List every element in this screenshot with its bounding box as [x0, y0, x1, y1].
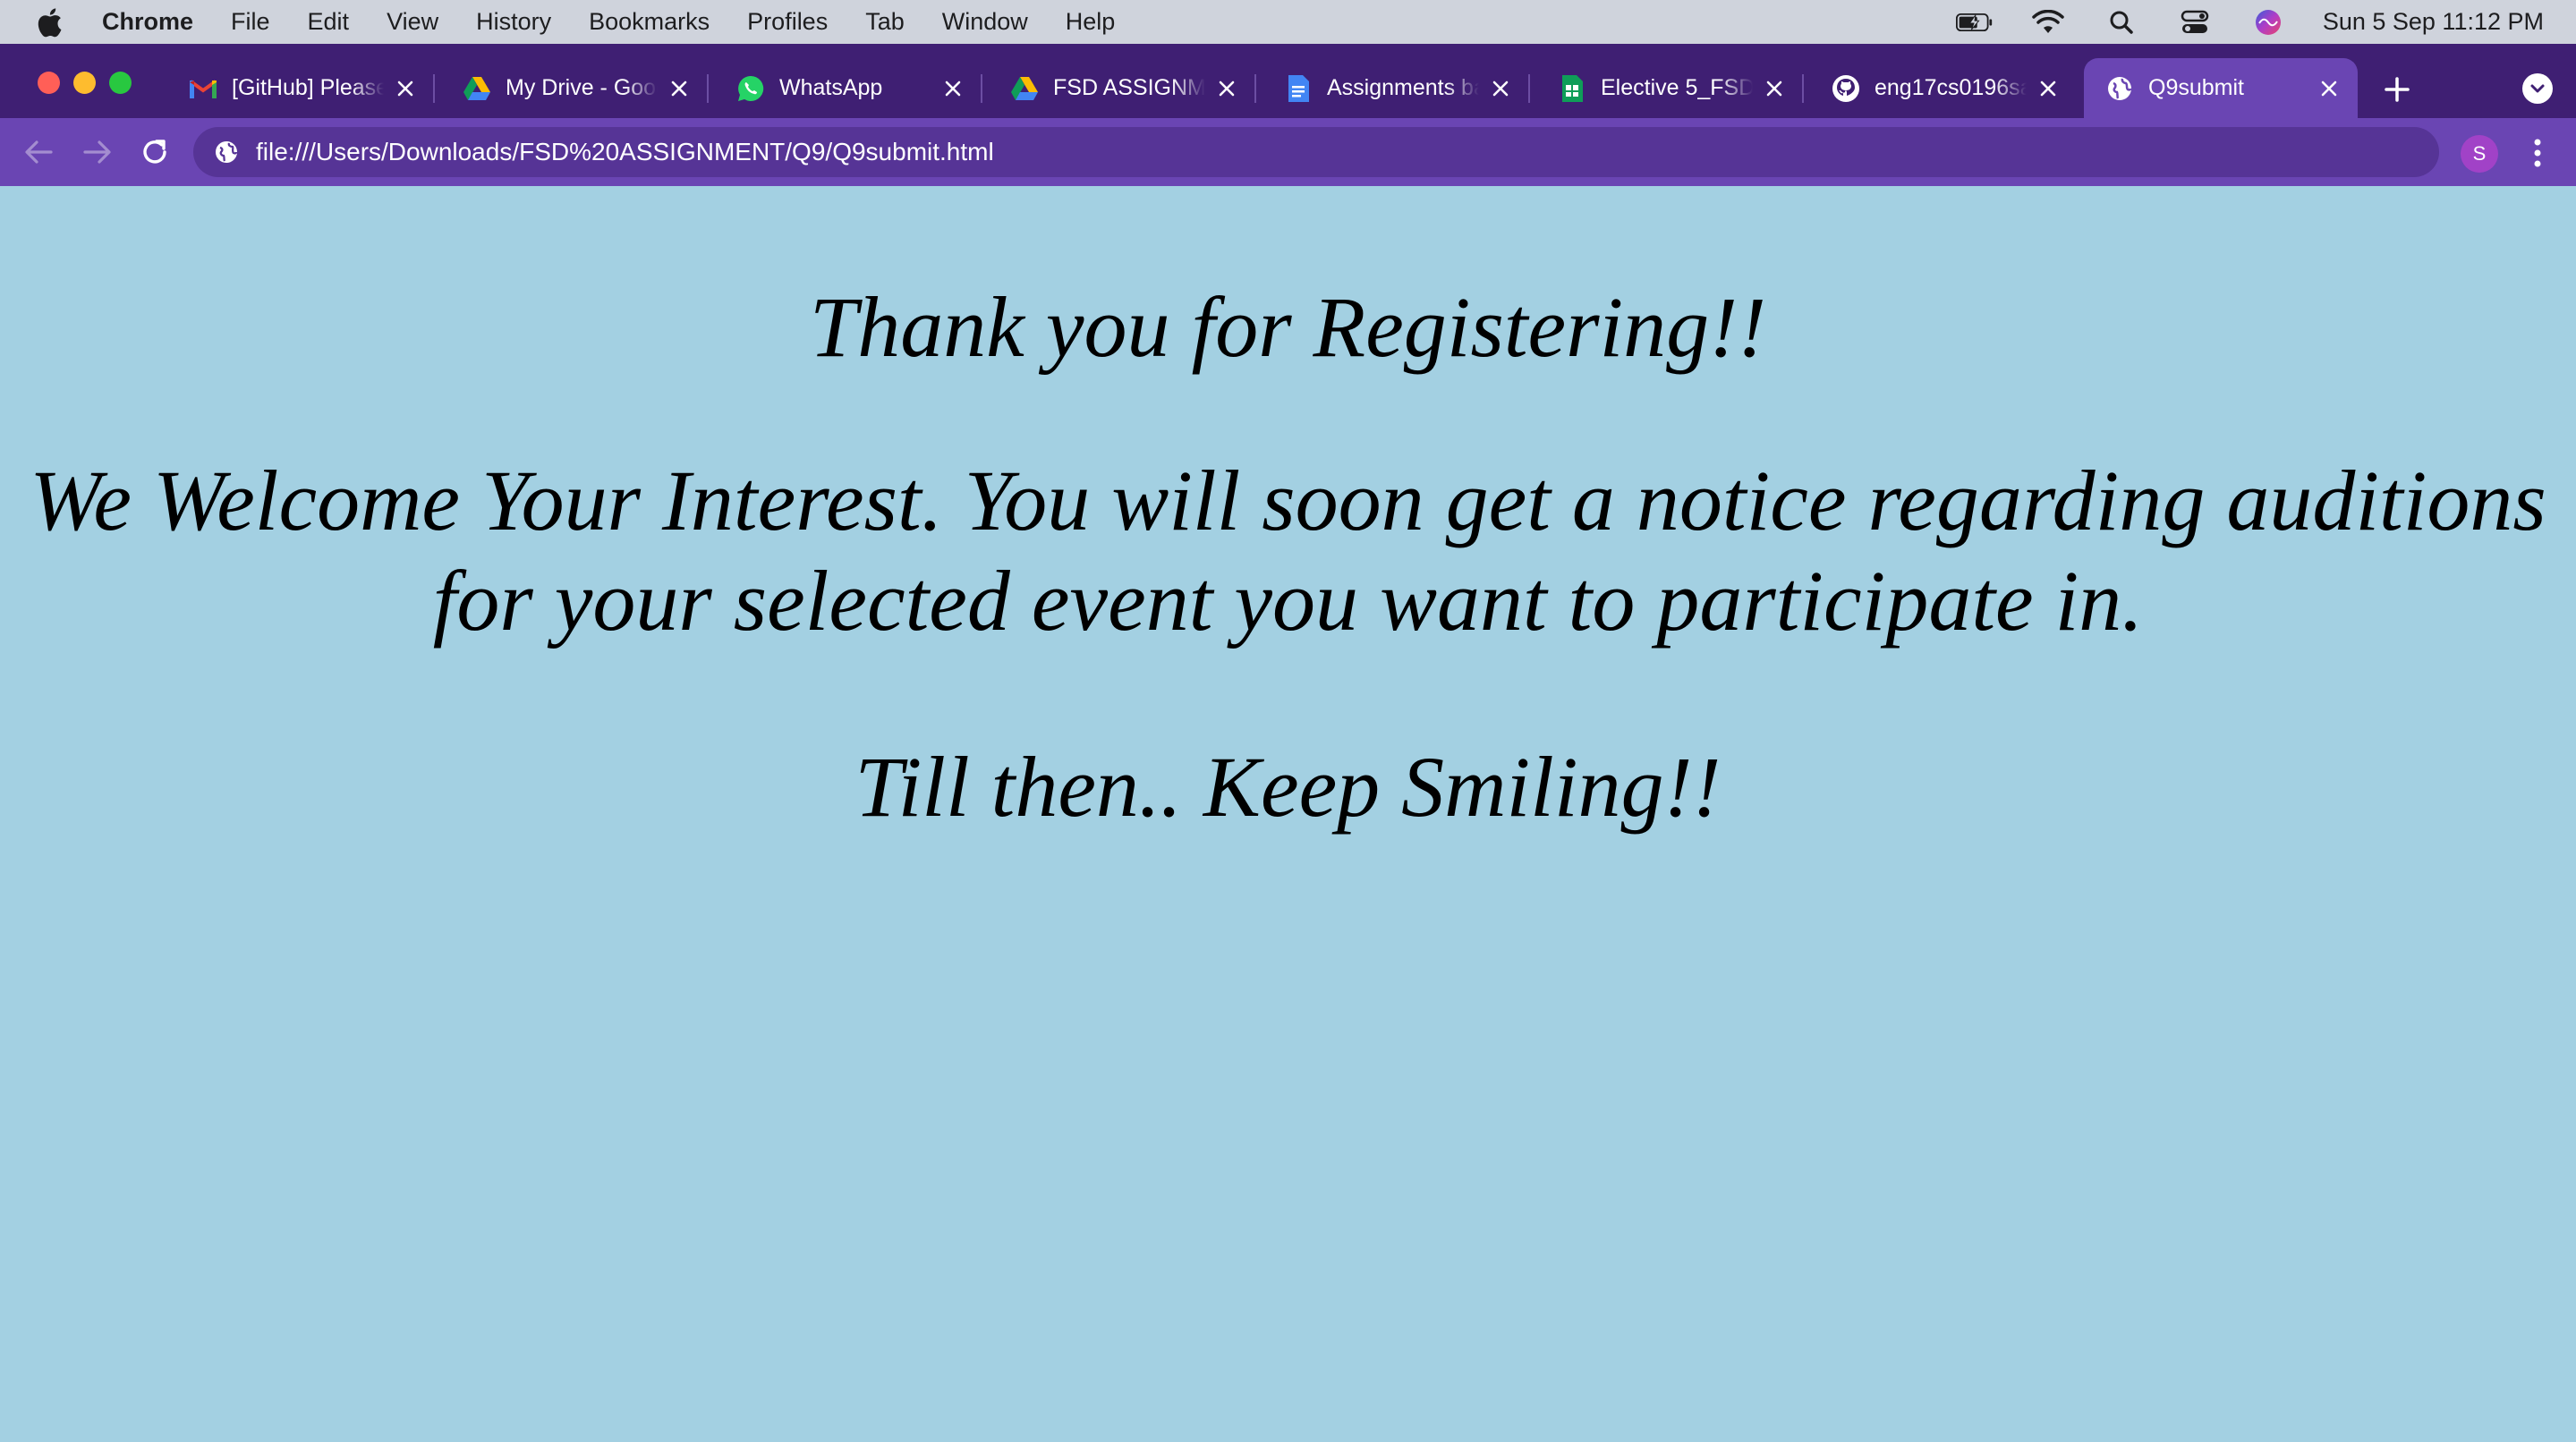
- new-tab-button[interactable]: [2381, 73, 2413, 106]
- menu-bar-clock[interactable]: Sun 5 Sep 11:12 PM: [2323, 8, 2544, 36]
- tab-separator: [707, 74, 709, 103]
- tab-close-icon[interactable]: [1762, 76, 1787, 101]
- tab-close-icon[interactable]: [667, 76, 692, 101]
- tab-title: Assignments based on: [1327, 75, 1479, 100]
- tab-close-icon[interactable]: [393, 76, 418, 101]
- google-drive-icon: [1010, 74, 1039, 103]
- menu-tab[interactable]: Tab: [865, 8, 905, 36]
- menu-history[interactable]: History: [476, 8, 551, 36]
- github-icon: [1832, 74, 1860, 103]
- window-close-button[interactable]: [38, 72, 60, 94]
- tab-search-button[interactable]: [2522, 73, 2553, 104]
- whatsapp-icon: [736, 74, 765, 103]
- menu-edit[interactable]: Edit: [308, 8, 350, 36]
- window-zoom-button[interactable]: [109, 72, 132, 94]
- menu-app-chrome[interactable]: Chrome: [102, 8, 193, 36]
- spotlight-search-icon[interactable]: [2103, 9, 2140, 36]
- thank-you-heading: Thank you for Registering!!: [809, 279, 1767, 375]
- tab-fsd-assignment[interactable]: FSD ASSIGNMENT: [989, 58, 1256, 118]
- wifi-icon[interactable]: [2029, 9, 2067, 36]
- tab-close-icon[interactable]: [2036, 76, 2061, 101]
- menu-bar-status-area: Sun 5 Sep 11:12 PM: [1955, 0, 2544, 44]
- more-options-icon[interactable]: [2525, 135, 2550, 171]
- tab-title: Q9submit: [2148, 75, 2244, 100]
- tab-title: [GitHub] Please verify your device: [232, 75, 384, 100]
- tab-q9submit-active[interactable]: Q9submit: [2084, 58, 2358, 118]
- tab-title: WhatsApp: [779, 75, 883, 100]
- menu-view[interactable]: View: [387, 8, 438, 36]
- google-sheets-icon: [1558, 74, 1586, 103]
- tab-separator: [433, 74, 435, 103]
- reload-icon[interactable]: [138, 135, 172, 169]
- tab-my-drive[interactable]: My Drive - Google Drive: [441, 58, 709, 118]
- tab-title: eng17cs0196sa: [1875, 75, 2027, 100]
- battery-charging-icon[interactable]: [1955, 9, 1994, 36]
- tab-separator: [1254, 74, 1256, 103]
- browser-tab-strip: [GitHub] Please verify your device My Dr…: [0, 44, 2576, 118]
- control-center-icon[interactable]: [2176, 9, 2214, 36]
- address-bar[interactable]: file:///Users/Downloads/FSD%20ASSIGNMENT…: [193, 127, 2439, 177]
- macos-menu-bar: Chrome File Edit View History Bookmarks …: [0, 0, 2576, 44]
- tab-whatsapp[interactable]: WhatsApp: [715, 58, 982, 118]
- tab-close-icon[interactable]: [1214, 76, 1239, 101]
- tab-title: My Drive - Google Drive: [506, 75, 658, 100]
- address-bar-url[interactable]: file:///Users/Downloads/FSD%20ASSIGNMENT…: [256, 138, 994, 166]
- gmail-icon: [189, 74, 217, 103]
- tab-close-icon[interactable]: [940, 76, 965, 101]
- site-info-icon[interactable]: [213, 139, 240, 165]
- profile-avatar[interactable]: S: [2461, 135, 2498, 173]
- page-content: Thank you for Registering!! We Welcome Y…: [0, 186, 2576, 1442]
- window-minimize-button[interactable]: [73, 72, 96, 94]
- apple-menu-icon[interactable]: [36, 6, 68, 38]
- google-drive-icon: [463, 74, 491, 103]
- tab-close-icon[interactable]: [1488, 76, 1513, 101]
- tab-title: FSD ASSIGNMENT: [1053, 75, 1205, 100]
- tab-assignments-doc[interactable]: Assignments based on: [1262, 58, 1530, 118]
- tab-github-repo[interactable]: eng17cs0196sa: [1810, 58, 2077, 118]
- siri-icon[interactable]: [2249, 9, 2287, 36]
- globe-icon: [2105, 74, 2134, 103]
- back-arrow-icon[interactable]: [21, 135, 55, 169]
- tab-title: Elective 5_FSD: [1601, 75, 1753, 100]
- google-docs-icon: [1284, 74, 1313, 103]
- forward-arrow-icon[interactable]: [81, 135, 115, 169]
- menu-help[interactable]: Help: [1066, 8, 1116, 36]
- menu-file[interactable]: File: [231, 8, 270, 36]
- tab-close-icon[interactable]: [2317, 76, 2342, 101]
- menu-window[interactable]: Window: [942, 8, 1028, 36]
- tab-elective-sheet[interactable]: Elective 5_FSD: [1536, 58, 1804, 118]
- tab-separator: [1802, 74, 1804, 103]
- browser-toolbar: file:///Users/Downloads/FSD%20ASSIGNMENT…: [0, 118, 2576, 186]
- tab-separator: [1528, 74, 1530, 103]
- tab-separator: [981, 74, 982, 103]
- tab-github-gmail[interactable]: [GitHub] Please verify your device: [167, 58, 435, 118]
- menu-profiles[interactable]: Profiles: [747, 8, 828, 36]
- welcome-message: We Welcome Your Interest. You will soon …: [30, 453, 2546, 649]
- keep-smiling-heading: Till then.. Keep Smiling!!: [854, 739, 1722, 835]
- menu-bookmarks[interactable]: Bookmarks: [589, 8, 710, 36]
